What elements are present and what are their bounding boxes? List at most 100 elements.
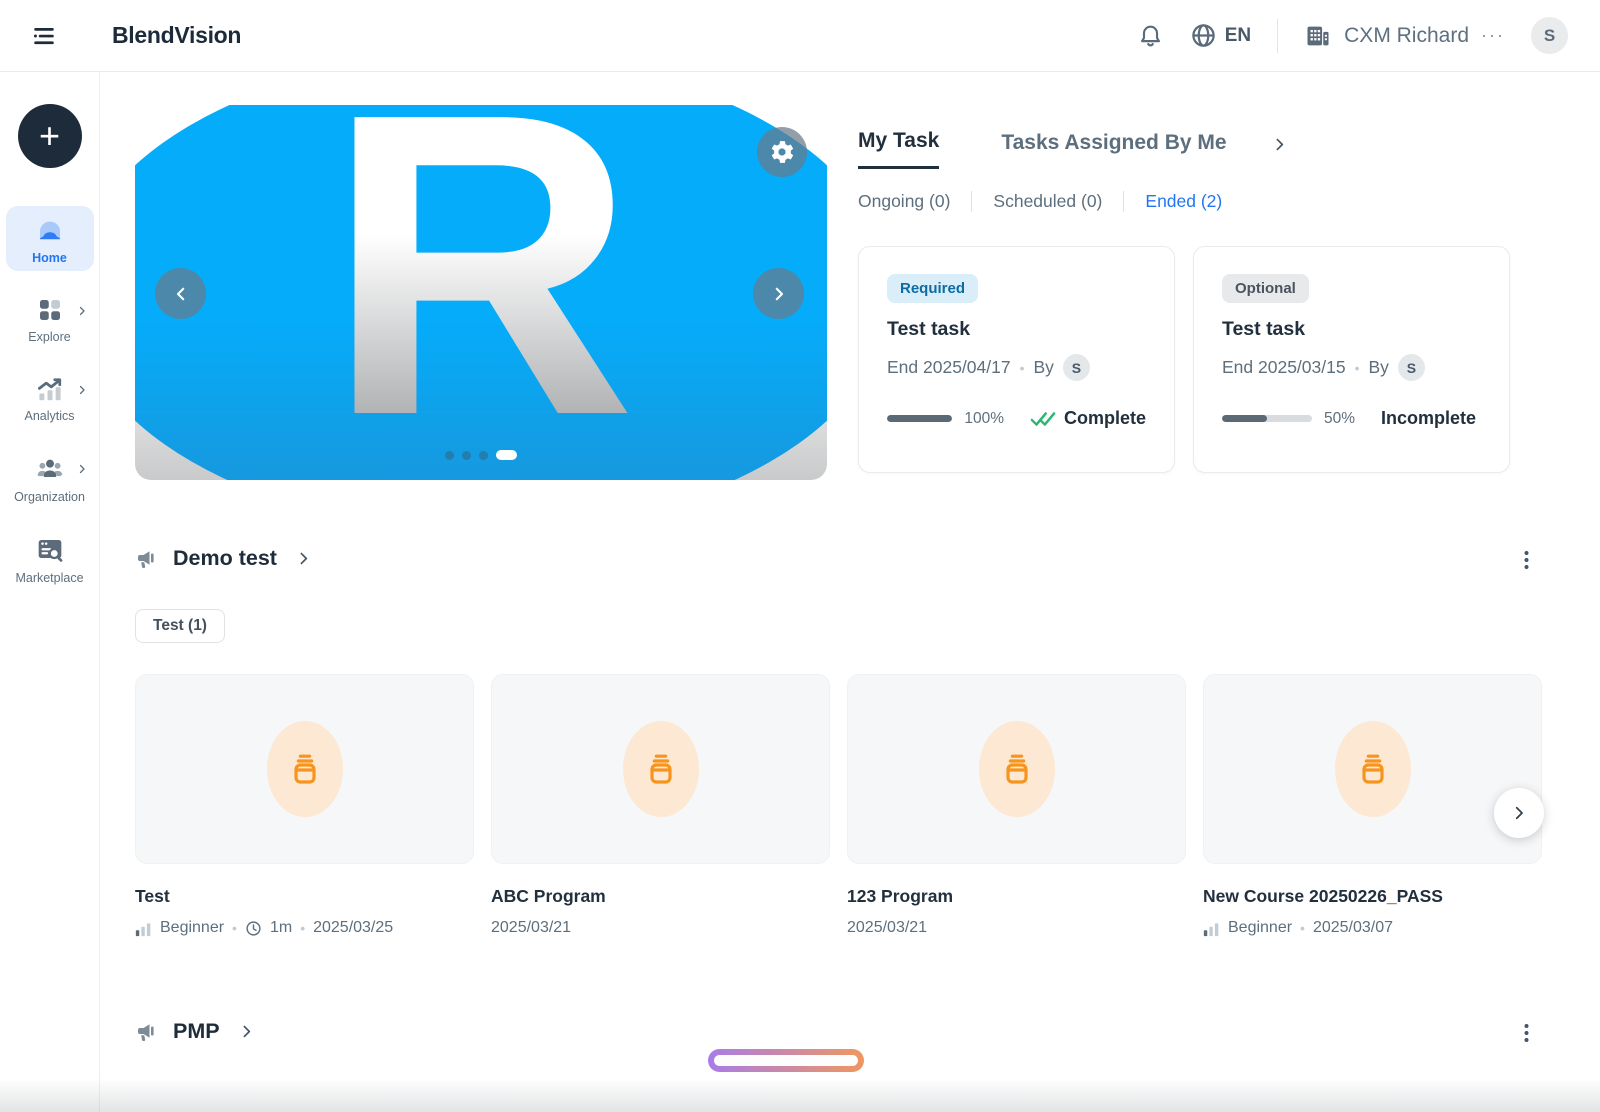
- course-card[interactable]: ABC Program 2025/03/21: [491, 674, 830, 937]
- banner-settings-button[interactable]: [757, 127, 807, 177]
- course-level: Beginner: [1228, 919, 1292, 937]
- course-title: Test: [135, 886, 474, 907]
- course-card[interactable]: New Course 20250226_PASS Beginner • 2025…: [1203, 674, 1542, 937]
- progress-bar-fill: [887, 415, 952, 422]
- section-kebab-menu-icon[interactable]: [1519, 1021, 1534, 1045]
- course-duration: 1m: [270, 919, 292, 937]
- tab-my-task[interactable]: My Task: [858, 129, 939, 169]
- course-thumbnail: [847, 674, 1186, 864]
- chevron-right-icon[interactable]: [295, 550, 312, 567]
- assigner-avatar: S: [1063, 354, 1090, 381]
- course-thumbnail: [491, 674, 830, 864]
- task-end-date: End 2025/03/15: [1222, 357, 1346, 378]
- sidebar-item-organization[interactable]: Organization: [6, 445, 94, 510]
- progress-percent: 50%: [1324, 410, 1355, 428]
- filter-divider: [1123, 191, 1124, 212]
- banner-carousel[interactable]: R: [135, 105, 827, 480]
- task-title: Test task: [887, 318, 1146, 341]
- section-header-pmp: PMP: [135, 1019, 1542, 1044]
- gear-icon: [768, 138, 796, 166]
- task-card[interactable]: Required Test task End 2025/04/17 • By S…: [858, 246, 1175, 473]
- course-placeholder-circle: [979, 721, 1055, 817]
- clock-icon: [245, 920, 262, 937]
- workspace-switcher[interactable]: CXM Richard ···: [1304, 22, 1505, 50]
- sidebar-item-home[interactable]: Home: [6, 206, 94, 271]
- filter-scheduled[interactable]: Scheduled (0): [993, 191, 1102, 212]
- tasks-more-chevron-icon[interactable]: [1271, 136, 1288, 153]
- archive-box-icon: [285, 749, 325, 789]
- section-title[interactable]: PMP: [173, 1019, 220, 1044]
- carousel-next-button[interactable]: [753, 268, 804, 319]
- course-date: 2025/03/21: [491, 919, 571, 937]
- sidebar-item-explore[interactable]: Explore: [6, 287, 94, 350]
- task-card[interactable]: Optional Test task End 2025/03/15 • By S…: [1193, 246, 1510, 473]
- brand-logo[interactable]: BlendVision: [112, 22, 241, 49]
- sidebar-item-marketplace[interactable]: Marketplace: [6, 526, 94, 591]
- task-status: Incomplete: [1381, 408, 1476, 429]
- workspace-name-ellipsis: ···: [1481, 25, 1505, 46]
- double-check-icon: [1030, 409, 1056, 429]
- megaphone-icon: [135, 547, 159, 571]
- course-placeholder-circle: [623, 721, 699, 817]
- user-avatar[interactable]: S: [1531, 17, 1568, 54]
- carousel-prev-button[interactable]: [155, 268, 206, 319]
- chevron-right-icon: [770, 285, 788, 303]
- task-status: Complete: [1064, 408, 1146, 429]
- filter-divider: [971, 191, 972, 212]
- task-badge-required: Required: [887, 274, 978, 303]
- chevron-right-icon: [76, 305, 88, 317]
- progress-bar-fill: [1222, 415, 1267, 422]
- task-by-label: By: [1034, 357, 1054, 378]
- explore-grid-icon: [35, 295, 65, 325]
- category-chip-test[interactable]: Test (1): [135, 609, 225, 643]
- menu-icon[interactable]: [24, 16, 64, 56]
- sidebar-item-label: Analytics: [24, 409, 74, 423]
- course-title: ABC Program: [491, 886, 830, 907]
- loading-indicator-track: [714, 1055, 858, 1066]
- section-header-demo-test: Demo test: [135, 546, 1542, 571]
- carousel-dot[interactable]: [445, 451, 454, 460]
- course-card[interactable]: Test Beginner •: [135, 674, 474, 937]
- carousel-dot[interactable]: [462, 451, 471, 460]
- courses-next-button[interactable]: [1494, 788, 1544, 838]
- chevron-right-icon: [76, 463, 88, 475]
- courses-carousel: Test Beginner •: [135, 674, 1542, 937]
- course-date: 2025/03/07: [1313, 919, 1393, 937]
- course-placeholder-circle: [267, 721, 343, 817]
- course-date: 2025/03/25: [313, 919, 393, 937]
- dot-separator: •: [1300, 920, 1305, 936]
- filter-ongoing[interactable]: Ongoing (0): [858, 191, 950, 212]
- progress-bar: [887, 415, 952, 422]
- section-title[interactable]: Demo test: [173, 546, 277, 571]
- sidebar-item-analytics[interactable]: Analytics: [6, 366, 94, 429]
- level-bars-icon: [135, 920, 152, 937]
- language-selector[interactable]: EN: [1190, 22, 1251, 49]
- course-title: 123 Program: [847, 886, 1186, 907]
- tab-tasks-assigned-by-me[interactable]: Tasks Assigned By Me: [1001, 131, 1226, 168]
- task-badge-optional: Optional: [1222, 274, 1309, 303]
- carousel-dot[interactable]: [479, 451, 488, 460]
- chevron-right-icon[interactable]: [238, 1023, 255, 1040]
- course-title: New Course 20250226_PASS: [1203, 886, 1542, 907]
- dot-separator: •: [1355, 360, 1360, 376]
- section-kebab-menu-icon[interactable]: [1519, 548, 1534, 572]
- assigner-avatar: S: [1398, 354, 1425, 381]
- sidebar-item-label: Home: [32, 251, 67, 265]
- sidebar: + Home Explore: [0, 72, 100, 1112]
- banner-image-letter: R: [135, 105, 827, 452]
- notifications-bell-icon[interactable]: [1137, 22, 1164, 49]
- course-card[interactable]: 123 Program 2025/03/21: [847, 674, 1186, 937]
- archive-box-icon: [997, 749, 1037, 789]
- progress-percent: 100%: [964, 410, 1004, 428]
- tasks-panel: My Task Tasks Assigned By Me Ongoing (0)…: [858, 105, 1510, 480]
- progress-bar: [1222, 415, 1312, 422]
- create-plus-button[interactable]: +: [18, 104, 82, 168]
- sidebar-item-label: Organization: [14, 490, 85, 504]
- filter-ended[interactable]: Ended (2): [1145, 191, 1222, 212]
- carousel-dot-active[interactable]: [496, 450, 517, 460]
- archive-box-icon: [1353, 749, 1393, 789]
- dot-separator: •: [1020, 360, 1025, 376]
- carousel-dots: [135, 450, 827, 460]
- course-thumbnail: [1203, 674, 1542, 864]
- organization-people-icon: [34, 453, 66, 485]
